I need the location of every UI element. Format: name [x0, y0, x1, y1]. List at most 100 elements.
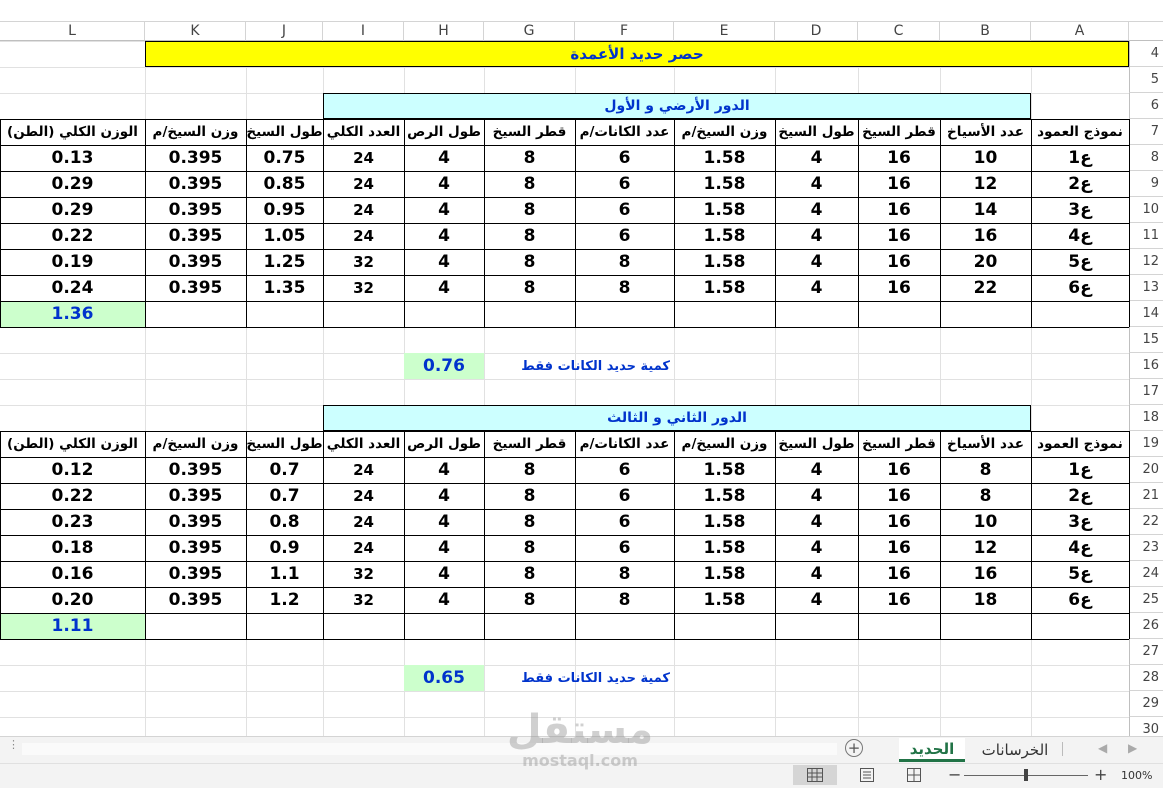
table-header[interactable]: وزن السيخ/م: [145, 119, 246, 145]
table-cell[interactable]: 0.20: [0, 587, 145, 613]
table-cell[interactable]: 24: [323, 483, 404, 509]
table-cell[interactable]: 4: [775, 457, 858, 483]
table-cell[interactable]: 0.22: [0, 483, 145, 509]
table-header[interactable]: الوزن الكلي (الطن): [0, 119, 145, 145]
row-header-12[interactable]: 12: [1129, 249, 1163, 275]
table-cell[interactable]: 1.58: [674, 223, 775, 249]
table-header[interactable]: طول السيخ: [246, 119, 323, 145]
table-cell[interactable]: 6: [575, 483, 674, 509]
table-cell[interactable]: ع3: [1031, 197, 1129, 223]
table-header[interactable]: عدد الأسياخ: [940, 119, 1031, 145]
table-cell[interactable]: 1.58: [674, 587, 775, 613]
column-header-g[interactable]: G: [484, 22, 575, 41]
table-cell[interactable]: 16: [858, 197, 940, 223]
table-cell[interactable]: 16: [858, 145, 940, 171]
table-cell[interactable]: 8: [484, 483, 575, 509]
table-header[interactable]: وزن السيخ/م: [674, 119, 775, 145]
table-cell[interactable]: 0.395: [145, 509, 246, 535]
table-cell[interactable]: 6: [575, 457, 674, 483]
table-cell[interactable]: 14: [940, 197, 1031, 223]
table-cell[interactable]: 4: [775, 145, 858, 171]
table-header[interactable]: قطر السيخ: [484, 431, 575, 457]
table-cell[interactable]: ع2: [1031, 171, 1129, 197]
tab-steel[interactable]: الحديد: [899, 738, 965, 762]
table-cell[interactable]: 0.395: [145, 223, 246, 249]
table-cell[interactable]: 1.25: [246, 249, 323, 275]
table-cell[interactable]: 6: [575, 171, 674, 197]
row-header-15[interactable]: 15: [1129, 327, 1163, 353]
table-cell[interactable]: 16: [858, 535, 940, 561]
table-cell[interactable]: 1.35: [246, 275, 323, 301]
row-header-30[interactable]: 30: [1129, 717, 1163, 736]
table-header[interactable]: وزن السيخ/م: [145, 431, 246, 457]
table-cell[interactable]: 0.395: [145, 249, 246, 275]
table-cell[interactable]: 16: [858, 171, 940, 197]
table-cell[interactable]: 1.58: [674, 171, 775, 197]
table-cell[interactable]: 16: [858, 249, 940, 275]
table-cell[interactable]: 8: [484, 457, 575, 483]
zoom-level[interactable]: 100%: [1121, 769, 1152, 782]
table-cell[interactable]: 4: [775, 535, 858, 561]
tab-concrete[interactable]: الخرسانات: [970, 738, 1060, 762]
table-cell[interactable]: ع4: [1031, 223, 1129, 249]
table-cell[interactable]: 24: [323, 223, 404, 249]
table-cell[interactable]: 8: [575, 587, 674, 613]
table-cell[interactable]: 0.18: [0, 535, 145, 561]
table-cell[interactable]: 4: [404, 197, 484, 223]
table-cell[interactable]: 24: [323, 197, 404, 223]
table-cell[interactable]: 0.395: [145, 197, 246, 223]
table-cell[interactable]: 0.13: [0, 145, 145, 171]
table-cell[interactable]: 16: [858, 483, 940, 509]
row-header-16[interactable]: 16: [1129, 353, 1163, 379]
row-header-20[interactable]: 20: [1129, 457, 1163, 483]
table-cell[interactable]: 4: [775, 561, 858, 587]
table-header[interactable]: قطر السيخ: [858, 431, 940, 457]
normal-view-button[interactable]: [793, 765, 837, 785]
spreadsheet-grid[interactable]: LKJIHGFEDCBA 4 5 6 7 8 9 10 11 12 13 14 15 16 17 18 19 2…: [0, 0, 1163, 736]
row-header-26[interactable]: 26: [1129, 613, 1163, 639]
table-cell[interactable]: ع5: [1031, 561, 1129, 587]
table-cell[interactable]: 1.05: [246, 223, 323, 249]
table-cell[interactable]: 1.58: [674, 275, 775, 301]
column-header-f[interactable]: F: [575, 22, 674, 41]
table-cell[interactable]: 4: [775, 223, 858, 249]
table-cell[interactable]: 18: [940, 587, 1031, 613]
zoom-in-button[interactable]: +: [1094, 765, 1107, 784]
row-header-23[interactable]: 23: [1129, 535, 1163, 561]
table-cell[interactable]: 4: [404, 457, 484, 483]
column-header-k[interactable]: K: [145, 22, 246, 41]
row-header-22[interactable]: 22: [1129, 509, 1163, 535]
table-cell[interactable]: 0.395: [145, 275, 246, 301]
table-cell[interactable]: 4: [775, 197, 858, 223]
column-header-e[interactable]: E: [674, 22, 775, 41]
table-cell[interactable]: 8: [484, 145, 575, 171]
table-cell[interactable]: 24: [323, 145, 404, 171]
table-cell[interactable]: 1.58: [674, 561, 775, 587]
table-cell[interactable]: 8: [484, 249, 575, 275]
table-cell[interactable]: 4: [404, 483, 484, 509]
table-cell[interactable]: 8: [484, 561, 575, 587]
table-header[interactable]: العدد الكلي: [323, 119, 404, 145]
table-cell[interactable]: 8: [484, 587, 575, 613]
row-header-4[interactable]: 4: [1129, 41, 1163, 67]
section2-stirrups-value[interactable]: 0.65: [404, 665, 484, 691]
column-header-i[interactable]: I: [323, 22, 404, 41]
table-cell[interactable]: 1.58: [674, 509, 775, 535]
table-cell[interactable]: 4: [775, 249, 858, 275]
table-cell[interactable]: ع5: [1031, 249, 1129, 275]
table-cell[interactable]: 16: [858, 587, 940, 613]
table-cell[interactable]: 0.395: [145, 171, 246, 197]
column-header-h[interactable]: H: [404, 22, 484, 41]
scroll-tabs-right-icon[interactable]: ▶: [1128, 741, 1137, 755]
table-header[interactable]: قطر السيخ: [858, 119, 940, 145]
table-cell[interactable]: 0.24: [0, 275, 145, 301]
table-header[interactable]: طول الرص: [404, 431, 484, 457]
scroll-tabs-left-icon[interactable]: ◀: [1098, 741, 1107, 755]
row-header-17[interactable]: 17: [1129, 379, 1163, 405]
table-header[interactable]: طول السيخ: [246, 431, 323, 457]
row-header-6[interactable]: 6: [1129, 93, 1163, 119]
table-cell[interactable]: 24: [323, 509, 404, 535]
row-header-29[interactable]: 29: [1129, 691, 1163, 717]
table-cell[interactable]: 32: [323, 561, 404, 587]
table-cell[interactable]: 8: [575, 249, 674, 275]
